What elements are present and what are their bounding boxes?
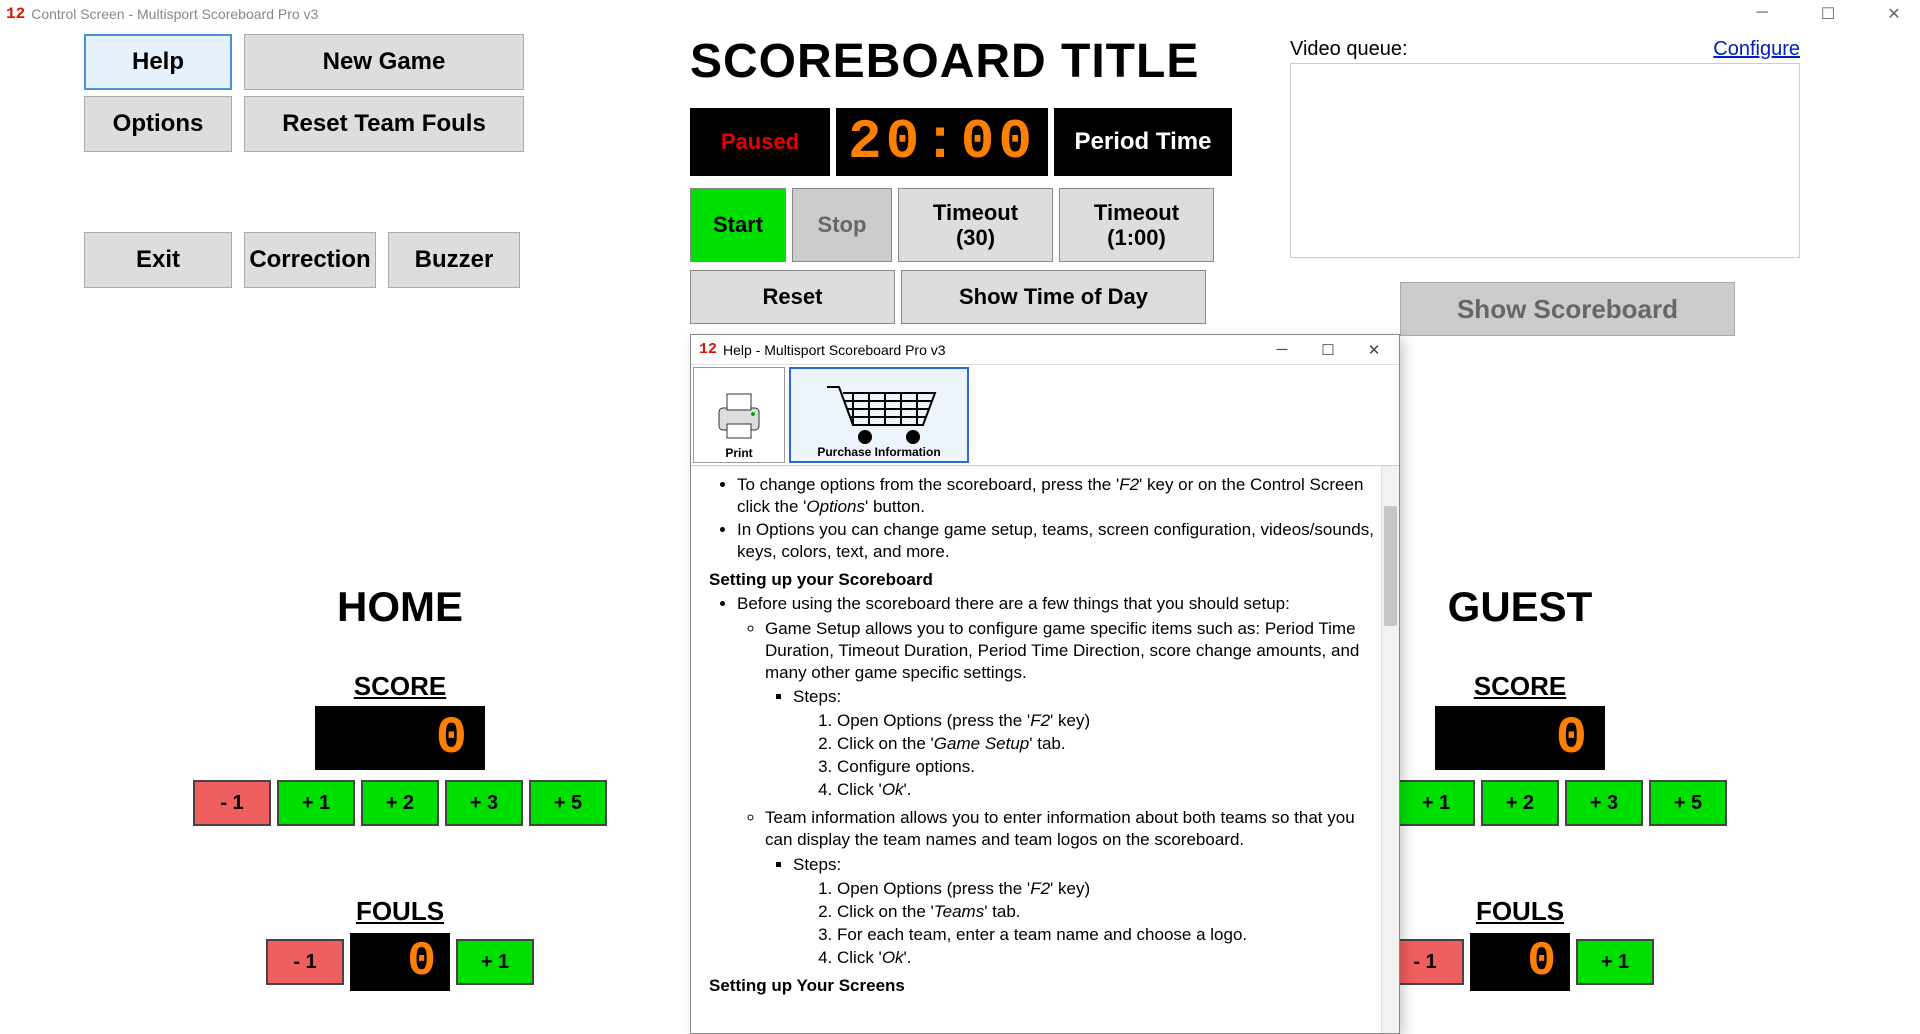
help-step: For each team, enter a team name and cho… xyxy=(837,924,1381,946)
timer-display: Paused 20:00 Period Time xyxy=(690,108,1232,176)
scroll-thumb[interactable] xyxy=(1384,506,1397,626)
timeout-30-button[interactable]: Timeout (30) xyxy=(898,188,1053,262)
home-fouls-plus-1[interactable]: + 1 xyxy=(456,939,534,985)
guest-score-plus-3[interactable]: + 3 xyxy=(1565,780,1643,826)
home-score-buttons: - 1 + 1 + 2 + 3 + 5 xyxy=(190,780,610,826)
video-queue-list[interactable] xyxy=(1290,63,1800,258)
help-text: Before using the scoreboard there are a … xyxy=(737,593,1381,615)
help-logo-icon: 12 xyxy=(699,341,717,358)
home-score-plus-3[interactable]: + 3 xyxy=(445,780,523,826)
help-heading: Setting up your Scoreboard xyxy=(709,570,933,589)
help-text: Steps: xyxy=(793,686,1381,708)
help-window: 12 Help - Multisport Scoreboard Pro v3 ─… xyxy=(690,334,1400,1034)
help-step: Click on the 'Teams' tab. xyxy=(837,901,1381,923)
show-scoreboard-button[interactable]: Show Scoreboard xyxy=(1400,282,1735,336)
new-game-button[interactable]: New Game xyxy=(244,34,524,90)
help-maximize-icon[interactable]: ☐ xyxy=(1311,341,1345,359)
reset-team-fouls-button[interactable]: Reset Team Fouls xyxy=(244,96,524,152)
help-content: To change options from the scoreboard, p… xyxy=(691,466,1399,1033)
printer-icon xyxy=(709,386,769,446)
help-scrollbar[interactable] xyxy=(1381,466,1399,1033)
clock-controls: Start Stop Timeout (30) Timeout (1:00) xyxy=(690,188,1214,262)
home-fouls-label: FOULS xyxy=(190,896,610,927)
help-step: Open Options (press the 'F2' key) xyxy=(837,878,1381,900)
home-fouls-minus-1[interactable]: - 1 xyxy=(266,939,344,985)
help-step: Open Options (press the 'F2' key) xyxy=(837,710,1381,732)
period-time-label: Period Time xyxy=(1054,108,1232,176)
help-text: Game Setup allows you to configure game … xyxy=(765,618,1381,684)
help-step: Configure options. xyxy=(837,756,1381,778)
home-score-plus-5[interactable]: + 5 xyxy=(529,780,607,826)
help-close-icon[interactable]: ✕ xyxy=(1357,341,1391,359)
home-team-name: HOME xyxy=(190,583,610,631)
main-titlebar: 12 Control Screen - Multisport Scoreboar… xyxy=(0,0,1920,28)
stop-button[interactable]: Stop xyxy=(792,188,892,262)
home-score-plus-1[interactable]: + 1 xyxy=(277,780,355,826)
help-window-title: Help - Multisport Scoreboard Pro v3 xyxy=(723,342,946,358)
clock-time: 20:00 xyxy=(836,108,1048,176)
home-score-label: SCORE xyxy=(190,671,610,702)
purchase-info-button[interactable]: Purchase Information xyxy=(789,367,969,463)
help-text: Team information allows you to enter inf… xyxy=(765,807,1381,851)
minimize-icon[interactable]: ─ xyxy=(1742,4,1782,24)
home-score-minus-1[interactable]: - 1 xyxy=(193,780,271,826)
print-label: Print xyxy=(725,446,752,460)
options-button[interactable]: Options xyxy=(84,96,232,152)
home-team-panel: HOME SCORE 0 - 1 + 1 + 2 + 3 + 5 FOULS -… xyxy=(190,583,610,991)
help-minimize-icon[interactable]: ─ xyxy=(1265,341,1299,359)
purchase-label: Purchase Information xyxy=(817,445,940,459)
configure-link[interactable]: Configure xyxy=(1713,38,1800,61)
buzzer-button[interactable]: Buzzer xyxy=(388,232,520,288)
start-button[interactable]: Start xyxy=(690,188,786,262)
window-title: Control Screen - Multisport Scoreboard P… xyxy=(31,6,318,22)
help-toolbar: Print Purchase Information xyxy=(691,365,1399,466)
app-logo-icon: 12 xyxy=(6,5,25,23)
clock-controls-2: Reset Show Time of Day xyxy=(690,270,1206,324)
close-icon[interactable]: ✕ xyxy=(1874,4,1914,24)
scoreboard-title: SCOREBOARD TITLE xyxy=(690,34,1199,89)
guest-score-plus-2[interactable]: + 2 xyxy=(1481,780,1559,826)
timeout-100-button[interactable]: Timeout (1:00) xyxy=(1059,188,1214,262)
guest-score-plus-5[interactable]: + 5 xyxy=(1649,780,1727,826)
guest-score-value: 0 xyxy=(1435,706,1605,770)
help-heading: Setting up Your Screens xyxy=(709,976,905,995)
control-buttons: Help New Game Options Reset Team Fouls E… xyxy=(84,34,524,288)
help-step: Click 'Ok'. xyxy=(837,779,1381,801)
paused-indicator: Paused xyxy=(690,108,830,176)
help-text: In Options you can change game setup, te… xyxy=(737,519,1381,563)
cart-icon xyxy=(809,381,949,445)
show-time-of-day-button[interactable]: Show Time of Day xyxy=(901,270,1206,324)
help-button[interactable]: Help xyxy=(84,34,232,90)
home-fouls-value: 0 xyxy=(350,933,450,991)
video-queue-label: Video queue: xyxy=(1290,38,1408,61)
help-text: To change options from the scoreboard, p… xyxy=(737,474,1381,518)
print-button[interactable]: Print xyxy=(693,367,785,463)
home-score-plus-2[interactable]: + 2 xyxy=(361,780,439,826)
guest-fouls-value: 0 xyxy=(1470,933,1570,991)
guest-fouls-plus-1[interactable]: + 1 xyxy=(1576,939,1654,985)
reset-clock-button[interactable]: Reset xyxy=(690,270,895,324)
video-queue-panel: Video queue: Configure xyxy=(1290,38,1800,273)
home-score-value: 0 xyxy=(315,706,485,770)
correction-button[interactable]: Correction xyxy=(244,232,376,288)
help-text: Steps: xyxy=(793,854,1381,876)
maximize-icon[interactable]: ☐ xyxy=(1808,4,1848,24)
guest-score-plus-1[interactable]: + 1 xyxy=(1397,780,1475,826)
exit-button[interactable]: Exit xyxy=(84,232,232,288)
help-step: Click 'Ok'. xyxy=(837,947,1381,969)
help-titlebar: 12 Help - Multisport Scoreboard Pro v3 ─… xyxy=(691,335,1399,365)
help-step: Click on the 'Game Setup' tab. xyxy=(837,733,1381,755)
